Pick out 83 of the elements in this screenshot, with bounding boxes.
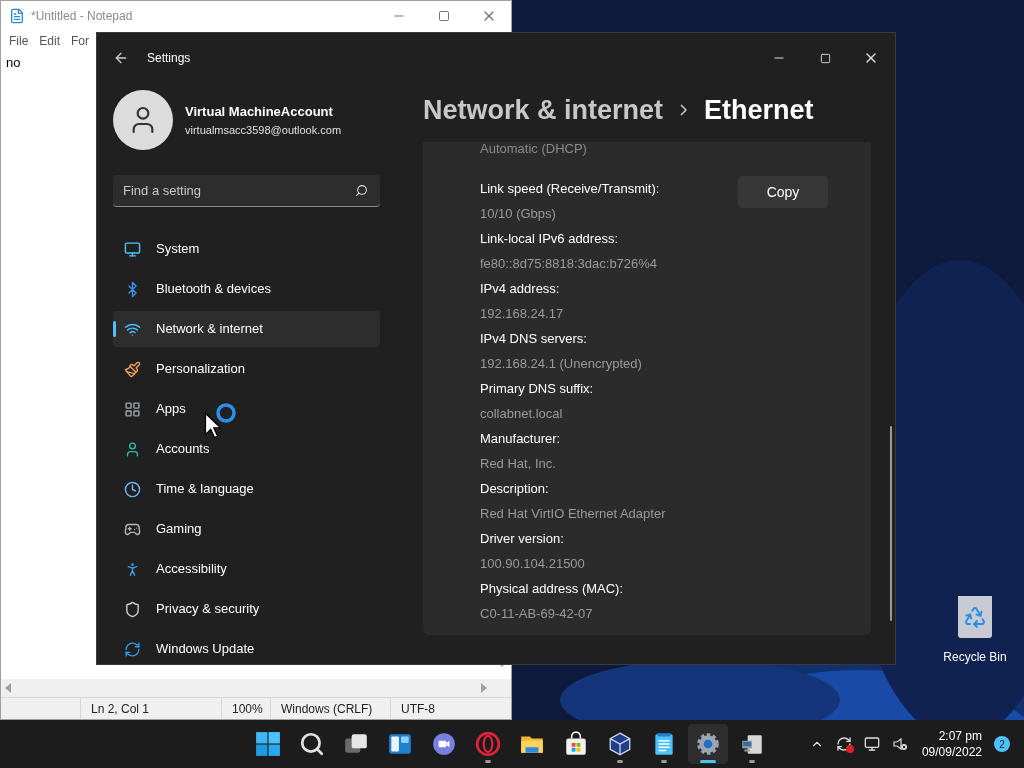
- muted-speaker-icon[interactable]: [891, 736, 908, 752]
- property-value: C0-11-AB-69-42-07: [480, 605, 594, 623]
- monitor-icon: [124, 240, 141, 258]
- breadcrumb-link[interactable]: Network & internet: [423, 89, 664, 131]
- nav-item[interactable]: Windows Update: [113, 631, 380, 667]
- copy-button[interactable]: Copy: [738, 176, 828, 208]
- property-value: collabnet.local: [480, 405, 564, 423]
- clock-date[interactable]: 09/09/2022: [921, 744, 982, 760]
- property-label: IPv4 DNS servers:: [480, 330, 588, 348]
- running-indicator: [485, 760, 491, 763]
- nav-item[interactable]: Bluetooth & devices: [113, 271, 380, 307]
- person-icon: [124, 440, 141, 458]
- gear-icon: [695, 731, 721, 757]
- property-label: Driver version:: [480, 530, 565, 548]
- property-value: 192.168.24.1 (Unencrypted): [480, 355, 643, 373]
- running-indicator: [661, 760, 667, 763]
- nav-item[interactable]: Apps: [113, 391, 380, 427]
- property-label: Physical address (MAC):: [480, 580, 625, 598]
- brush-icon: [124, 360, 141, 378]
- status-text: 100%: [222, 698, 271, 719]
- chevron-icon: [680, 104, 688, 116]
- maximize-icon: [437, 10, 450, 22]
- menu-item[interactable]: Edit: [39, 32, 61, 50]
- shield-icon: [124, 600, 141, 618]
- menu-item[interactable]: For: [71, 32, 90, 50]
- document-text: no: [6, 54, 21, 72]
- account-name: Virtual MachineAccount: [185, 102, 334, 121]
- windows-logo-icon: [255, 731, 281, 757]
- nav-item[interactable]: Time & language: [113, 471, 380, 507]
- grid-icon: [124, 400, 141, 418]
- clock-icon: [124, 480, 141, 498]
- busy-spinner-icon: [215, 402, 237, 424]
- window-title: *Untitled - Notepad: [31, 8, 134, 25]
- chat-icon: [431, 731, 457, 757]
- notepad-icon: [9, 8, 25, 24]
- widgets-icon: [387, 731, 413, 757]
- running-indicator: [700, 760, 716, 763]
- notification-badge[interactable]: 2: [994, 736, 1010, 752]
- search-icon: [299, 731, 325, 757]
- status-text: Ln 2, Col 1: [81, 698, 222, 719]
- opera-logo-icon: [475, 731, 501, 757]
- property-label: Manufacturer:: [480, 430, 562, 448]
- account-email: virtualmsacc3598@outlook.com: [185, 123, 342, 138]
- property-value: 10/10 (Gbps): [480, 205, 557, 223]
- mouse-pointer-icon: [204, 412, 222, 439]
- clock-time[interactable]: 2:07 pm: [938, 728, 982, 744]
- property-label: Description:: [480, 480, 550, 498]
- sync-error-icon[interactable]: [835, 736, 852, 752]
- recycle-bin-icon: [958, 596, 992, 638]
- taskbar-app-button[interactable]: [688, 724, 728, 764]
- property-value: 100.90.104.21500: [480, 555, 586, 573]
- maximize-icon: [819, 52, 831, 64]
- property-label: Link-local IPv6 address:: [480, 230, 619, 248]
- cube-icon: [607, 731, 633, 757]
- property-value: 192.168.24.17: [480, 305, 565, 323]
- property-label: Primary DNS suffix:: [480, 380, 595, 398]
- window-title: Settings: [147, 50, 192, 67]
- running-indicator: [749, 760, 755, 763]
- nav-item[interactable]: Personalization: [113, 351, 380, 387]
- running-indicator: [617, 760, 623, 763]
- nav-item[interactable]: Accessibility: [113, 551, 380, 587]
- status-text: Windows (CRLF): [271, 698, 391, 719]
- store-bag-icon: [563, 731, 589, 757]
- status-text: UTF-8: [400, 700, 436, 718]
- nav-item[interactable]: Accounts: [113, 431, 380, 467]
- property-value: Red Hat VirtIO Ethernet Adapter: [480, 505, 667, 523]
- network-icon[interactable]: [863, 736, 880, 752]
- search-icon: [355, 184, 368, 197]
- nav-item[interactable]: Network & internet: [113, 311, 380, 347]
- property-value: Red Hat, Inc.: [480, 455, 557, 473]
- property-value: fe80::8d75:8818:3dac:b726%4: [480, 255, 659, 273]
- nav-item[interactable]: Privacy & security: [113, 591, 380, 627]
- update-icon: [124, 640, 141, 658]
- selection-indicator: [113, 321, 116, 337]
- property-label: Link speed (Receive/Transmit):: [480, 180, 661, 198]
- property-label: IPv4 address:: [480, 280, 561, 298]
- page-title: Ethernet: [704, 93, 814, 127]
- search-field[interactable]: Find a setting: [113, 175, 380, 207]
- desktop-icon[interactable]: Recycle Bin: [938, 596, 1012, 666]
- property-value: Automatic (DHCP): [480, 142, 588, 158]
- nav-item[interactable]: System: [113, 231, 380, 267]
- menu-item[interactable]: File: [9, 32, 29, 50]
- nav-item[interactable]: Gaming: [113, 511, 380, 547]
